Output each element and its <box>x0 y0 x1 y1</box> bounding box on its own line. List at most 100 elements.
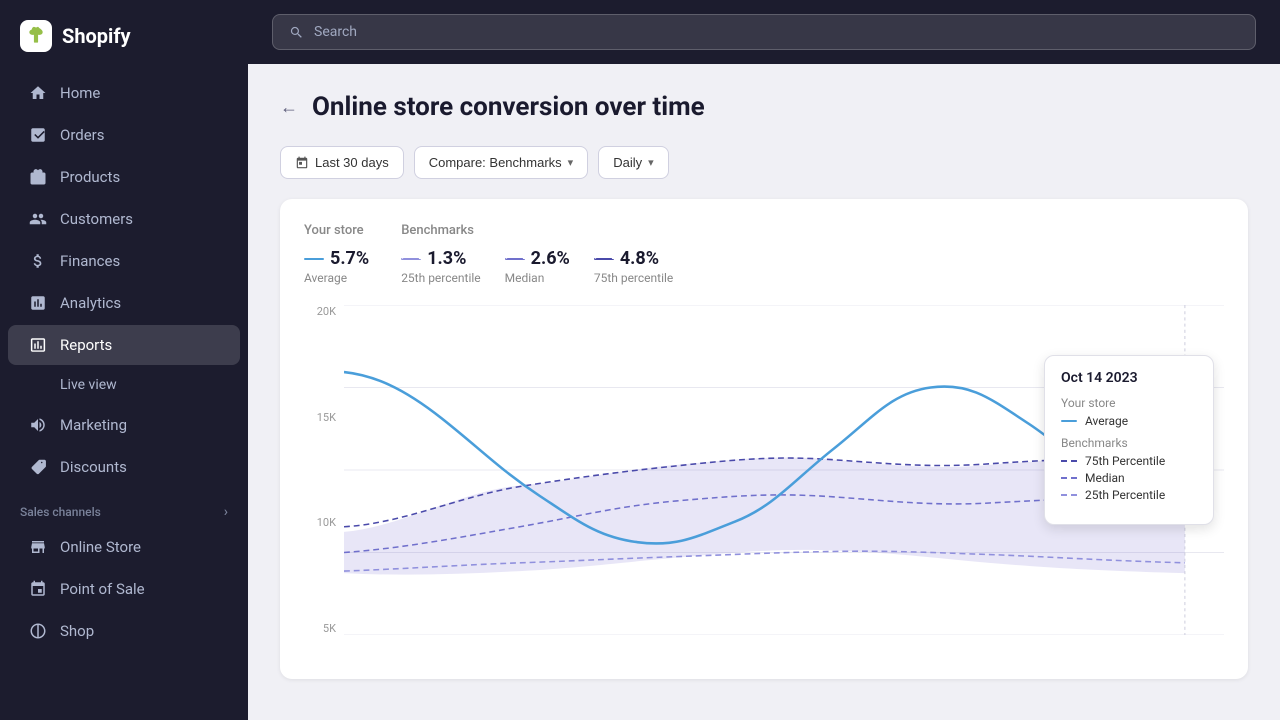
y-label-5k: 5K <box>323 622 336 635</box>
sidebar-label-reports: Reports <box>60 336 112 354</box>
p75-line-icon <box>594 258 614 260</box>
sidebar-label-products: Products <box>60 168 120 186</box>
filter-row: Last 30 days Compare: Benchmarks ▾ Daily… <box>280 146 1248 179</box>
median-label: Median <box>505 271 570 285</box>
chart-area: 20K 15K 10K 5K <box>304 305 1224 665</box>
tooltip-p75-row: 75th Percentile <box>1061 454 1197 468</box>
chart-card: Your store 5.7% Average Benchmarks <box>280 199 1248 679</box>
sidebar-item-finances[interactable]: Finances <box>8 241 240 281</box>
sidebar-item-point-of-sale[interactable]: Point of Sale <box>8 569 240 609</box>
sidebar-label-online-store: Online Store <box>60 538 141 556</box>
sales-channels-label: Sales channels <box>20 505 101 519</box>
chevron-right-icon: › <box>224 504 228 520</box>
average-line-icon <box>304 258 324 260</box>
app-logo: Shopify <box>0 0 248 72</box>
date-range-filter[interactable]: Last 30 days <box>280 146 404 179</box>
search-icon <box>289 25 304 40</box>
page-header: ← Online store conversion over time <box>280 92 1248 122</box>
interval-label: Daily <box>613 155 642 170</box>
tooltip-your-store-label: Your store <box>1061 396 1197 410</box>
calendar-icon <box>295 156 309 170</box>
legend-p25: 1.3% 25th percentile <box>401 248 480 285</box>
compare-chevron-icon: ▾ <box>568 156 574 169</box>
sidebar-label-customers: Customers <box>60 210 133 228</box>
tooltip-p75-line <box>1061 460 1077 462</box>
sidebar-item-marketing[interactable]: Marketing <box>8 405 240 445</box>
tooltip-median-line <box>1061 477 1077 479</box>
discounts-icon <box>28 457 48 477</box>
interval-chevron-icon: ▾ <box>648 156 654 169</box>
products-icon <box>28 167 48 187</box>
sidebar-item-home[interactable]: Home <box>8 73 240 113</box>
orders-icon <box>28 125 48 145</box>
legend-average: 5.7% Average <box>304 248 369 285</box>
sidebar-item-reports[interactable]: Reports <box>8 325 240 365</box>
y-axis: 20K 15K 10K 5K <box>304 305 344 635</box>
your-store-legend: Your store 5.7% Average <box>304 223 369 285</box>
sidebar: Shopify Home Orders Products Customers F… <box>0 0 248 720</box>
tooltip-your-store: Your store Average <box>1061 396 1197 428</box>
content-area: ← Online store conversion over time Last… <box>248 64 1280 720</box>
sidebar-item-shop[interactable]: Shop <box>8 611 240 651</box>
sidebar-item-online-store[interactable]: Online Store <box>8 527 240 567</box>
sidebar-label-pos: Point of Sale <box>60 580 145 598</box>
benchmarks-label: Benchmarks <box>401 223 673 238</box>
tooltip-p75-label: 75th Percentile <box>1085 454 1165 468</box>
sidebar-item-live-view[interactable]: Live view <box>8 367 240 403</box>
benchmarks-legend: Benchmarks 1.3% 25th percentile <box>401 223 673 285</box>
legend-median: 2.6% Median <box>505 248 570 285</box>
tooltip-p25-row: 25th Percentile <box>1061 488 1197 502</box>
tooltip-average-label: Average <box>1085 414 1128 428</box>
sidebar-item-analytics[interactable]: Analytics <box>8 283 240 323</box>
tooltip-median-row: Median <box>1061 471 1197 485</box>
compare-label: Compare: Benchmarks <box>429 155 562 170</box>
tooltip-date: Oct 14 2023 <box>1061 370 1197 386</box>
pos-icon <box>28 579 48 599</box>
sidebar-label-shop: Shop <box>60 622 94 640</box>
search-placeholder: Search <box>314 24 357 40</box>
reports-icon <box>28 335 48 355</box>
tooltip-benchmarks: Benchmarks 75th Percentile Median 25th P… <box>1061 436 1197 502</box>
search-bar[interactable]: Search <box>272 14 1256 50</box>
p75-label: 75th percentile <box>594 271 673 285</box>
compare-filter[interactable]: Compare: Benchmarks ▾ <box>414 146 588 179</box>
average-label: Average <box>304 271 369 285</box>
online-store-icon <box>28 537 48 557</box>
interval-filter[interactable]: Daily ▾ <box>598 146 668 179</box>
finances-icon <box>28 251 48 271</box>
sidebar-item-orders[interactable]: Orders <box>8 115 240 155</box>
logo-icon <box>20 20 52 52</box>
median-value: 2.6% <box>531 248 570 269</box>
legend-p75: 4.8% 75th percentile <box>594 248 673 285</box>
sidebar-label-home: Home <box>60 84 100 102</box>
tooltip-p25-label: 25th Percentile <box>1085 488 1165 502</box>
your-store-label: Your store <box>304 223 369 238</box>
chart-legend: Your store 5.7% Average Benchmarks <box>304 223 1224 285</box>
back-button[interactable]: ← <box>280 97 298 118</box>
sidebar-label-orders: Orders <box>60 126 105 144</box>
marketing-icon <box>28 415 48 435</box>
sidebar-item-customers[interactable]: Customers <box>8 199 240 239</box>
sidebar-label-finances: Finances <box>60 252 120 270</box>
tooltip-p25-line <box>1061 494 1077 496</box>
customers-icon <box>28 209 48 229</box>
sidebar-label-marketing: Marketing <box>60 416 127 434</box>
sidebar-label-discounts: Discounts <box>60 458 127 476</box>
p75-value: 4.8% <box>620 248 659 269</box>
p25-label: 25th percentile <box>401 271 480 285</box>
sidebar-item-products[interactable]: Products <box>8 157 240 197</box>
chart-tooltip: Oct 14 2023 Your store Average Benchmark… <box>1044 355 1214 525</box>
shop-icon <box>28 621 48 641</box>
p25-line-icon <box>401 258 421 260</box>
sales-channels-section[interactable]: Sales channels › <box>0 488 248 526</box>
topbar: Search <box>248 0 1280 64</box>
tooltip-average-row: Average <box>1061 414 1197 428</box>
sidebar-item-discounts[interactable]: Discounts <box>8 447 240 487</box>
app-name: Shopify <box>62 24 131 48</box>
tooltip-benchmarks-label: Benchmarks <box>1061 436 1197 450</box>
y-label-10k: 10K <box>317 516 336 529</box>
main-content: Search ← Online store conversion over ti… <box>248 0 1280 720</box>
tooltip-median-label: Median <box>1085 471 1125 485</box>
p25-value: 1.3% <box>427 248 466 269</box>
date-range-label: Last 30 days <box>315 155 389 170</box>
